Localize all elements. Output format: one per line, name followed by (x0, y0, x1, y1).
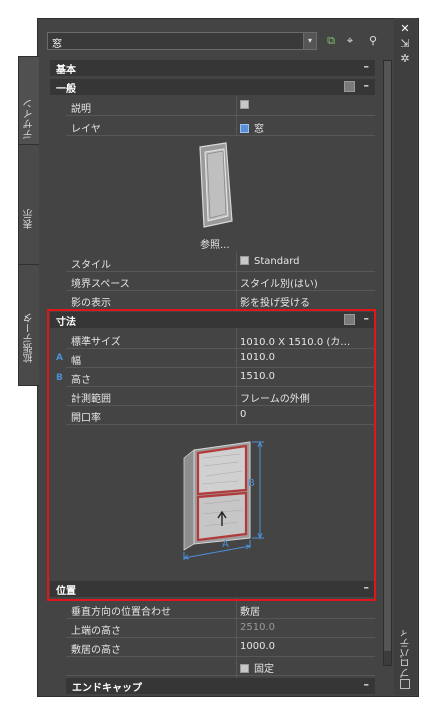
tab-design-label: デザイン (24, 99, 35, 139)
collapse-icon[interactable]: – (364, 79, 370, 92)
object-type-value: 窓 (52, 39, 62, 50)
dimensions-highlight-box (47, 309, 376, 601)
fixed-value: 固定 (254, 664, 274, 675)
row-label: 上端の高さ (71, 626, 121, 637)
row-style[interactable]: スタイル Standard (66, 253, 375, 272)
row-description[interactable]: 説明 (66, 97, 375, 116)
scrollbar-thumb[interactable] (384, 61, 391, 651)
row-value[interactable]: スタイル別(はい) (240, 275, 318, 290)
row-bound-space[interactable]: 境界スペース スタイル別(はい) (66, 272, 375, 291)
select-objects-icon[interactable]: ⌖ (343, 34, 357, 48)
row-value[interactable]: Standard (240, 256, 300, 267)
preview-caption[interactable]: 参照... (200, 236, 230, 251)
tab-extended-data[interactable]: 拡張データ (18, 264, 39, 386)
layer-value: 窓 (254, 124, 264, 135)
row-label: 説明 (71, 104, 91, 115)
layer-color-icon (240, 124, 249, 133)
row-value[interactable] (240, 100, 254, 111)
palette-bottom-icon[interactable] (400, 679, 410, 689)
chevron-down-icon[interactable]: ▾ (303, 33, 316, 49)
section-basic-title: 基本 (56, 65, 76, 76)
quick-select-icon[interactable]: ⚲ (366, 34, 380, 47)
tab-design[interactable]: デザイン (18, 56, 39, 146)
object-type-dropdown[interactable]: 窓 ▾ (47, 32, 317, 50)
section-endcap-header[interactable]: エンドキャップ – (66, 678, 375, 694)
collapse-icon[interactable]: – (364, 60, 370, 73)
row-label: 境界スペース (71, 279, 130, 290)
row-value[interactable]: 影を投げ受ける (240, 294, 310, 309)
auto-hide-icon[interactable]: ⇲ (398, 37, 412, 50)
row-sill-height[interactable]: 敷居の高さ 1000.0 (66, 638, 375, 657)
style-preview-image[interactable] (196, 141, 236, 229)
row-fixed[interactable]: 固定 (66, 657, 375, 676)
style-value: Standard (254, 256, 300, 267)
row-label: 影の表示 (71, 298, 111, 309)
row-value[interactable]: 窓 (240, 120, 264, 135)
properties-menu-icon[interactable]: ✲ (398, 52, 412, 65)
edit-text-icon (240, 100, 249, 109)
settings-icon[interactable] (344, 81, 355, 92)
section-general-header[interactable]: 一般 – (50, 79, 375, 95)
fixed-icon (240, 664, 249, 673)
row-vertical-alignment[interactable]: 垂直方向の位置合わせ 敷居 (66, 600, 375, 619)
row-value[interactable]: 1000.0 (240, 641, 275, 652)
row-value: 2510.0 (240, 622, 275, 633)
palette-title-strip: ✕ ⇲ ✲ プロパティ (394, 18, 417, 695)
row-label: 垂直方向の位置合わせ (71, 607, 171, 618)
row-value[interactable]: 敷居 (240, 603, 260, 618)
row-label: 敷居の高さ (71, 645, 121, 656)
row-value[interactable]: 固定 (240, 660, 274, 675)
row-shadow-display[interactable]: 影の表示 影を投げ受ける (66, 291, 375, 310)
row-head-height[interactable]: 上端の高さ 2510.0 (66, 619, 375, 638)
close-icon[interactable]: ✕ (398, 22, 412, 35)
section-basic-header[interactable]: 基本 – (50, 60, 375, 76)
section-endcap-title: エンドキャップ (72, 683, 142, 694)
style-icon (240, 256, 249, 265)
row-layer[interactable]: レイヤ 窓 (66, 117, 375, 136)
row-label: スタイル (71, 260, 111, 271)
add-selection-icon[interactable]: ⧉ (324, 34, 338, 48)
row-label: レイヤ (71, 124, 101, 135)
scrollbar[interactable] (383, 60, 392, 666)
palette-title-label: プロパティ (401, 628, 412, 678)
tab-display[interactable]: 表示 (18, 144, 39, 266)
collapse-icon[interactable]: – (364, 678, 370, 691)
section-general-title: 一般 (56, 84, 76, 95)
window-preview-icon (199, 142, 233, 228)
tab-extended-data-label: 拡張データ (24, 313, 35, 363)
tab-display-label: 表示 (24, 209, 35, 229)
